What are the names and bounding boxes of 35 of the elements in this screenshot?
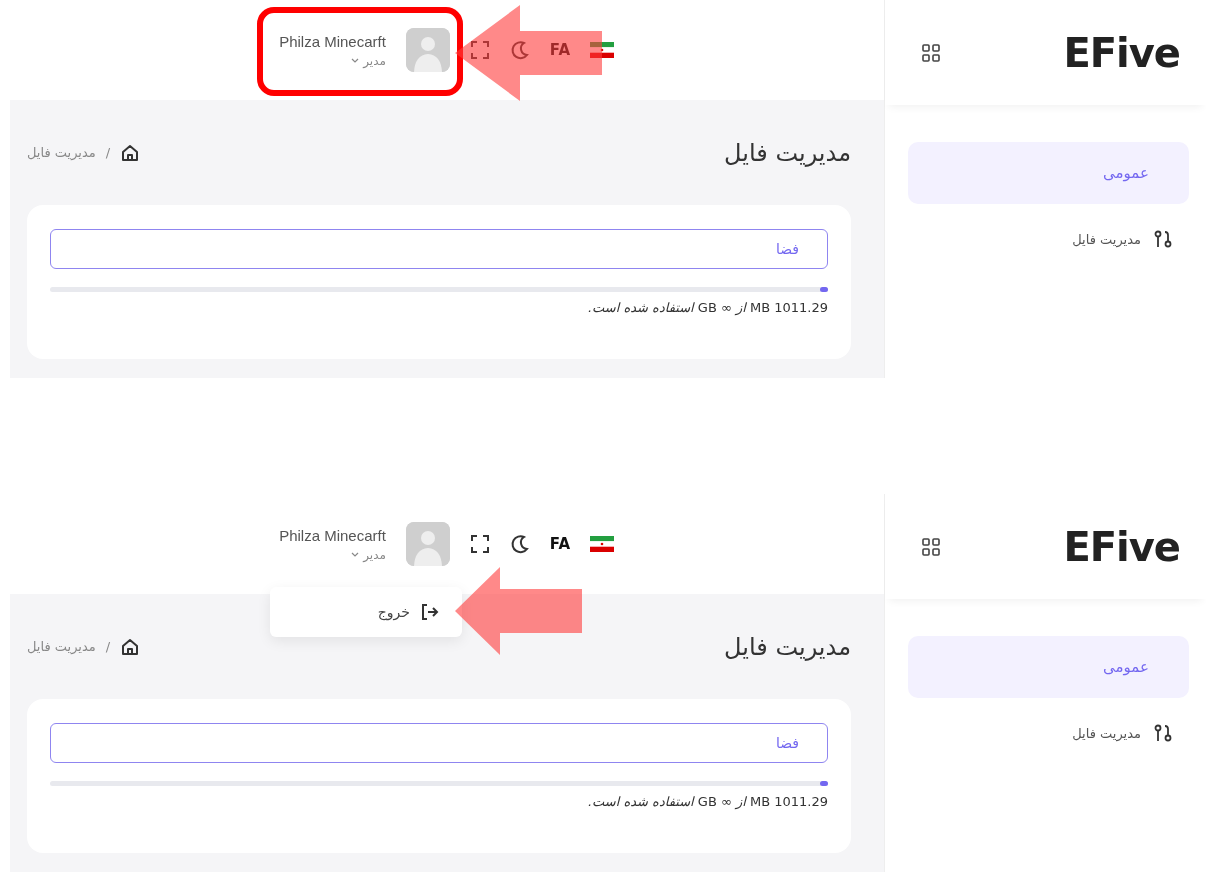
logout-icon [420, 602, 440, 622]
moon-icon [509, 40, 530, 60]
grid-icon [921, 536, 941, 557]
chevron-icon [351, 57, 360, 64]
space-field[interactable]: فضا [50, 229, 828, 269]
branch-icon [1153, 229, 1173, 249]
grid-icon [921, 42, 941, 63]
logo[interactable]: EFive [1063, 29, 1180, 76]
sidebar-item[interactable]: مدیریت فایل [908, 718, 1189, 748]
fullscreen-icon [469, 40, 490, 60]
page-title: مدیریت فایل [724, 632, 851, 661]
flag-icon [590, 536, 614, 552]
language-label[interactable]: FA [549, 535, 570, 553]
avatar[interactable] [405, 28, 450, 72]
home-icon [120, 142, 141, 163]
moon-icon [509, 534, 530, 554]
user-role[interactable]: مدیر [363, 53, 386, 68]
chevron-icon [351, 551, 360, 558]
logo[interactable]: EFive [1063, 523, 1180, 570]
page-title: مدیریت فایل [724, 138, 851, 167]
fullscreen-icon [469, 534, 490, 554]
sidebar-item[interactable]: عمومی [908, 636, 1189, 698]
sidebar-item[interactable]: عمومی [908, 142, 1189, 204]
space-field[interactable]: فضا [50, 723, 828, 763]
logout-menu-item[interactable]: خروج [270, 587, 462, 637]
user-name[interactable]: Philza Minecarft [279, 526, 386, 544]
flag-icon [590, 42, 614, 58]
home-icon [120, 636, 141, 657]
user-role[interactable]: مدیر [363, 547, 386, 562]
breadcrumb-separator: / [105, 639, 111, 654]
avatar[interactable] [405, 522, 450, 566]
branch-icon [1153, 723, 1173, 743]
breadcrumb-separator: / [105, 145, 111, 160]
sidebar-item[interactable]: مدیریت فایل [908, 224, 1189, 254]
user-name[interactable]: Philza Minecarft [279, 32, 386, 50]
